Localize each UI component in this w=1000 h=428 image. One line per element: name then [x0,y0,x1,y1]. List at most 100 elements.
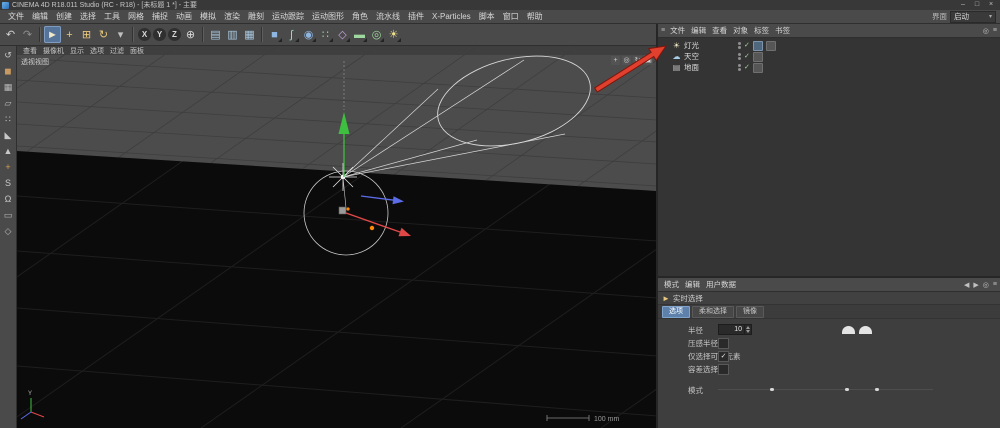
menu-item[interactable]: 动画 [172,11,196,22]
menu-item[interactable]: 雕刻 [244,11,268,22]
menu-item[interactable]: 捕捉 [148,11,172,22]
visibility-dots[interactable] [738,64,741,71]
menu-item[interactable]: 编辑 [28,11,52,22]
radius-input[interactable]: 10 [718,324,752,335]
om-menu-item[interactable]: 查看 [709,25,730,36]
add-cube-icon[interactable]: ■ [266,26,283,43]
rotate-view-icon[interactable]: ↻ [633,56,642,65]
model-mode-icon[interactable]: ◼ [1,64,15,78]
am-menu-item[interactable]: 模式 [661,279,682,290]
list-icon[interactable]: ≡ [993,281,997,288]
tab-item[interactable]: 选项 [662,306,690,318]
om-menu-item[interactable]: 标签 [751,25,772,36]
add-light-icon[interactable]: ☀ [385,26,402,43]
viewport-menu-item[interactable]: 选项 [87,46,107,56]
close-button[interactable]: × [984,0,998,10]
object-tag-icon[interactable] [753,63,763,73]
move-tool-icon[interactable]: + [61,26,78,43]
polygon-mode-icon[interactable]: ▲ [1,144,15,158]
menu-item[interactable]: 运动跟踪 [268,11,308,22]
om-menu-item[interactable]: 书签 [772,25,793,36]
menu-item[interactable]: 运动图形 [308,11,348,22]
parameter-handle-dot[interactable] [346,207,349,210]
add-spline-icon[interactable]: ∫ [283,26,300,43]
menu-item[interactable]: 工具 [100,11,124,22]
interface-layout-select[interactable]: 启动 ▾ [950,11,996,23]
spline-track[interactable] [718,389,933,390]
redo-icon[interactable]: ↷ [19,26,36,43]
enabled-check-icon[interactable]: ✓ [744,64,750,72]
spline-point[interactable] [770,388,774,392]
menu-item[interactable]: 网格 [124,11,148,22]
menu-item[interactable]: 窗口 [499,11,523,22]
tolerant-selection-checkbox[interactable] [718,364,729,375]
point-mode-icon[interactable]: ∷ [1,112,15,126]
maximize-button[interactable]: □ [970,0,984,10]
y-axis-lock-icon[interactable]: Y [153,28,166,41]
add-camera-icon[interactable]: ◎ [368,26,385,43]
nav-forward-icon[interactable]: ▶ [973,281,978,289]
coordinate-system-icon[interactable]: ⊕ [182,26,199,43]
live-selection-tool-icon[interactable]: ► [44,26,61,43]
render-picture-viewer-icon[interactable]: ▥ [224,26,241,43]
spinner-arrows[interactable] [744,325,751,334]
make-editable-icon[interactable]: ↺ [1,48,15,62]
menu-item[interactable]: 模拟 [196,11,220,22]
workplane-snap-icon[interactable]: ▭ [1,208,15,222]
menu-item[interactable]: 脚本 [475,11,499,22]
add-array-icon[interactable]: ∷ [317,26,334,43]
filter-icon[interactable]: ≡ [993,27,997,34]
enable-snap-icon[interactable]: Ω [1,192,15,206]
enabled-check-icon[interactable]: ✓ [744,53,750,61]
nav-back-icon[interactable]: ◀ [964,281,969,289]
viewport-solo-icon[interactable]: S [1,176,15,190]
undo-icon[interactable]: ↶ [2,26,19,43]
z-axis-arrow[interactable] [361,196,404,204]
x-axis-lock-icon[interactable]: X [138,28,151,41]
pressure-radius-checkbox[interactable] [718,338,729,349]
add-deformer-icon[interactable]: ◇ [334,26,351,43]
rotate-tool-icon[interactable]: ↻ [95,26,112,43]
object-tag-icon[interactable] [753,52,763,62]
last-used-tool-icon[interactable]: ▾ [112,26,129,43]
pan-view-icon[interactable]: + [611,56,620,65]
falloff-dome-icon[interactable] [842,326,855,334]
search-icon[interactable]: ◎ [983,27,989,35]
render-settings-icon[interactable]: ▦ [241,26,258,43]
menu-item[interactable]: 帮助 [523,11,547,22]
object-tag-icon[interactable] [766,41,776,51]
parameter-handle-dot[interactable] [370,226,374,230]
panel-menu-icon[interactable]: ≡ [661,27,665,34]
texture-mode-icon[interactable]: ▦ [1,80,15,94]
om-menu-item[interactable]: 对象 [730,25,751,36]
z-axis-lock-icon[interactable]: Z [168,28,181,41]
menu-item[interactable]: 渲染 [220,11,244,22]
menu-item[interactable]: 创建 [52,11,76,22]
object-tag-icon[interactable] [753,41,763,51]
tab-item[interactable]: 柔和选择 [692,306,734,318]
viewport-menu-item[interactable]: 查看 [20,46,40,56]
enabled-check-icon[interactable]: ✓ [744,42,750,50]
spline-point[interactable] [845,388,849,392]
om-menu-item[interactable]: 文件 [667,25,688,36]
zoom-view-icon[interactable]: ◎ [622,56,631,65]
object-row-sky[interactable]: ☁ 天空 ✓ [658,51,1000,62]
am-menu-item[interactable]: 用户数据 [703,279,739,290]
viewport-menu-item[interactable]: 面板 [127,46,147,56]
om-menu-item[interactable]: 编辑 [688,25,709,36]
render-view-icon[interactable]: ▤ [207,26,224,43]
falloff-dome-icon[interactable] [859,326,872,334]
viewport-menu-item[interactable]: 显示 [67,46,87,56]
menu-item[interactable]: 角色 [348,11,372,22]
viewport[interactable]: 查看摄像机显示选项过滤面板 透视视图 +◎↻▣ [17,46,656,428]
enable-axis-icon[interactable]: + [1,160,15,174]
search-icon[interactable]: ◎ [983,281,989,289]
viewport-menu-item[interactable]: 过滤 [107,46,127,56]
menu-item[interactable]: 流水线 [372,11,404,22]
visibility-dots[interactable] [738,42,741,49]
add-environment-icon[interactable]: ▬ [351,26,368,43]
scale-tool-icon[interactable]: ⊞ [78,26,95,43]
x-axis-arrow[interactable] [346,213,411,236]
object-row-floor[interactable]: ▤ 地面 ✓ [658,62,1000,73]
visibility-dots[interactable] [738,53,741,60]
